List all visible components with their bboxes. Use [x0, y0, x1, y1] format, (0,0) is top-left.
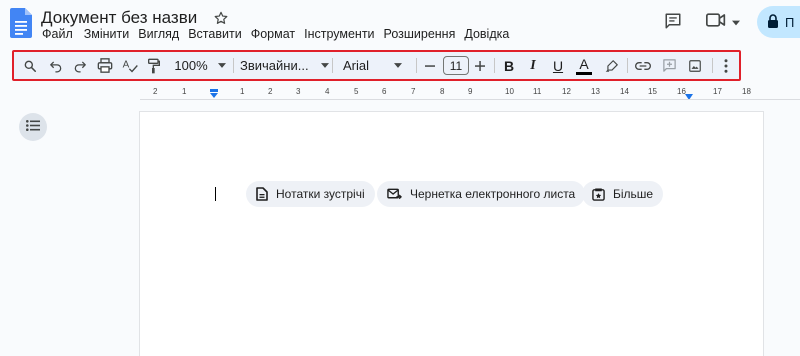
- font-size-value: 11: [443, 56, 469, 75]
- document-outline-button[interactable]: [19, 113, 47, 141]
- zoom-select[interactable]: 100%: [170, 52, 230, 79]
- chip-label: Чернетка електронного листа: [410, 187, 576, 201]
- text-color-button[interactable]: A: [574, 52, 594, 79]
- chevron-down-icon: [732, 13, 740, 31]
- star-icon[interactable]: [213, 10, 229, 26]
- email-icon: [387, 188, 402, 200]
- ruler-label: 7: [411, 87, 416, 96]
- print-icon[interactable]: [94, 52, 116, 79]
- font-size-input[interactable]: 11: [442, 52, 470, 79]
- ruler-label: 17: [713, 87, 722, 96]
- bold-button[interactable]: B: [500, 52, 518, 79]
- search-menus-icon[interactable]: [20, 52, 40, 79]
- ruler-label: 6: [382, 87, 387, 96]
- ruler-label: 18: [742, 87, 751, 96]
- share-button[interactable]: П: [757, 6, 800, 38]
- main-toolbar: A 100% Звичайни... Arial 11 B I U A: [12, 50, 741, 81]
- ruler-label: 2: [268, 87, 273, 96]
- insert-link-icon[interactable]: [632, 52, 654, 79]
- menu-edit[interactable]: Змінити: [84, 27, 130, 41]
- document-page[interactable]: [139, 111, 764, 356]
- zoom-value: 100%: [174, 58, 208, 73]
- decrease-font-size-icon[interactable]: [422, 52, 438, 79]
- document-title[interactable]: Документ без назви: [41, 8, 197, 28]
- ruler-label: 11: [533, 87, 542, 96]
- spellcheck-icon[interactable]: A: [120, 52, 140, 79]
- menu-help[interactable]: Довідка: [464, 27, 509, 41]
- docs-logo[interactable]: [10, 8, 32, 38]
- ruler-baseline: [140, 99, 800, 100]
- video-camera-icon: [706, 12, 726, 33]
- ruler-label: 13: [591, 87, 600, 96]
- ruler-label: 3: [296, 87, 301, 96]
- ruler-label: 5: [354, 87, 359, 96]
- chip-label: Більше: [613, 187, 654, 201]
- ruler-label: 8: [440, 87, 445, 96]
- menu-format[interactable]: Формат: [251, 27, 295, 41]
- ruler-label: 9: [468, 87, 473, 96]
- chevron-down-icon: [217, 63, 226, 68]
- increase-font-size-icon[interactable]: [472, 52, 488, 79]
- more-templates-icon: [592, 187, 605, 201]
- ruler-label: 1: [182, 87, 187, 96]
- toolbar-divider: [233, 58, 234, 73]
- menu-extensions[interactable]: Розширення: [384, 27, 456, 41]
- ruler-label: 12: [562, 87, 571, 96]
- comment-history-icon[interactable]: [664, 12, 682, 30]
- menu-bar: Файл Змінити Вигляд Вставити Формат Інст…: [42, 27, 518, 41]
- paragraph-style-value: Звичайни...: [240, 58, 309, 73]
- more-options-icon[interactable]: [718, 52, 734, 79]
- ruler-label: 14: [620, 87, 629, 96]
- chevron-down-icon: [320, 63, 329, 68]
- meeting-notes-chip[interactable]: Нотатки зустрічі: [246, 181, 375, 207]
- svg-text:A: A: [123, 60, 130, 71]
- toolbar-divider: [712, 58, 713, 73]
- toolbar-divider: [494, 58, 495, 73]
- menu-view[interactable]: Вигляд: [138, 27, 179, 41]
- menu-tools[interactable]: Інструменти: [304, 27, 374, 41]
- font-select[interactable]: Arial: [343, 52, 411, 79]
- left-indent-marker-icon[interactable]: [209, 86, 219, 104]
- text-color-letter: A: [579, 55, 589, 72]
- highlight-color-icon[interactable]: [602, 52, 622, 79]
- toolbar-divider: [332, 58, 333, 73]
- ruler-label: 10: [505, 87, 514, 96]
- more-templates-chip[interactable]: Більше: [582, 181, 664, 207]
- italic-button[interactable]: I: [524, 52, 542, 79]
- ruler-label: 15: [648, 87, 657, 96]
- add-comment-icon[interactable]: [658, 52, 680, 79]
- font-value: Arial: [343, 58, 370, 73]
- ruler-label: 4: [325, 87, 330, 96]
- email-draft-chip[interactable]: Чернетка електронного листа: [377, 181, 586, 207]
- meet-button[interactable]: [706, 12, 742, 32]
- chip-label: Нотатки зустрічі: [276, 187, 365, 201]
- ruler-label: 2: [153, 87, 158, 96]
- toolbar-divider: [416, 58, 417, 73]
- list-icon: [26, 118, 40, 136]
- menu-file[interactable]: Файл: [42, 27, 73, 41]
- share-label: П: [785, 14, 795, 30]
- undo-icon[interactable]: [46, 52, 66, 79]
- chevron-down-icon: [394, 63, 403, 68]
- text-color-swatch: [576, 71, 592, 75]
- insert-image-icon[interactable]: [684, 52, 706, 79]
- lock-icon: [767, 13, 779, 31]
- paint-format-icon[interactable]: [144, 52, 164, 79]
- text-cursor: [215, 187, 216, 201]
- menu-insert[interactable]: Вставити: [188, 27, 241, 41]
- redo-icon[interactable]: [70, 52, 90, 79]
- toolbar-divider: [627, 58, 628, 73]
- paragraph-style-select[interactable]: Звичайни...: [240, 52, 329, 79]
- underline-button[interactable]: U: [549, 52, 567, 79]
- document-icon: [256, 187, 268, 201]
- right-indent-marker-icon[interactable]: [684, 89, 694, 107]
- ruler-label: 1: [240, 87, 245, 96]
